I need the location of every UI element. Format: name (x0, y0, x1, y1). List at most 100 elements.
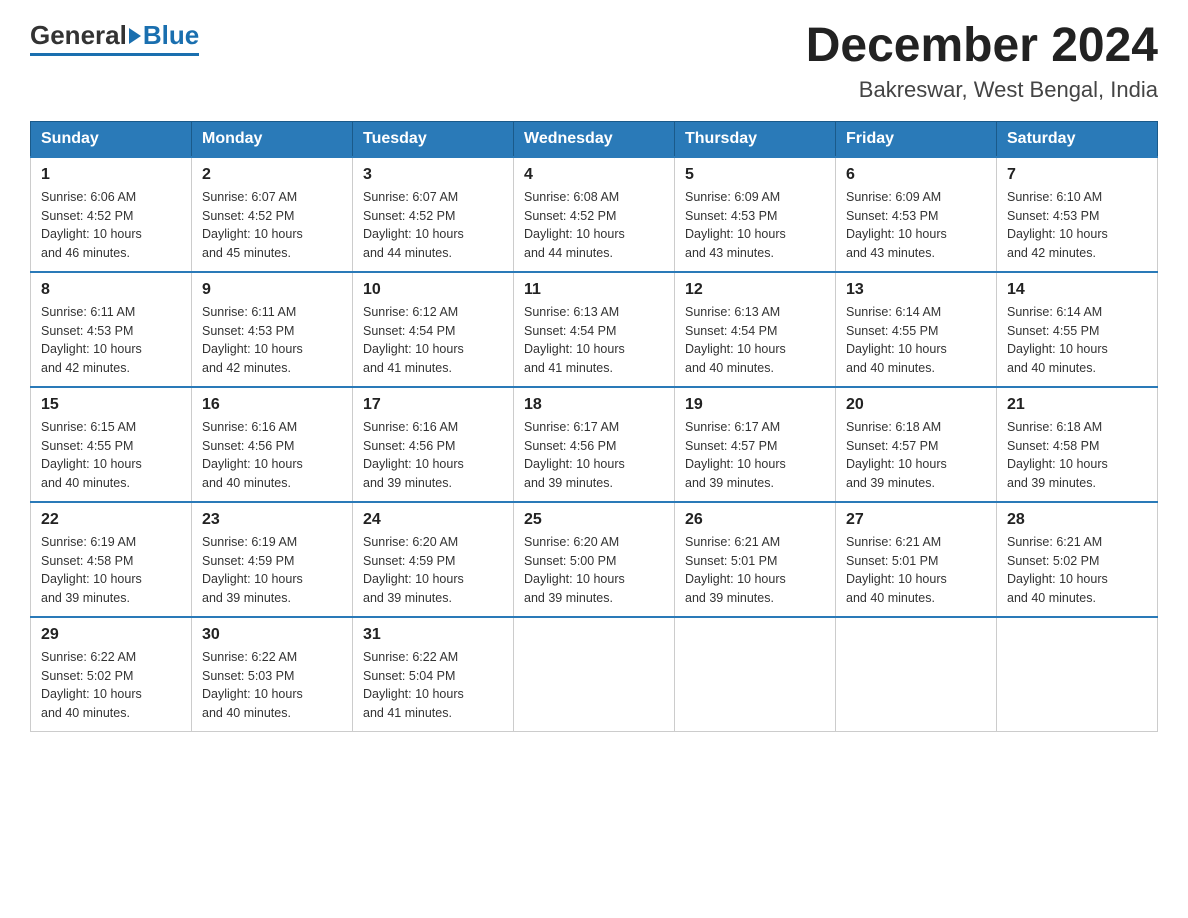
calendar-table: SundayMondayTuesdayWednesdayThursdayFrid… (30, 121, 1158, 732)
week-row-1: 1 Sunrise: 6:06 AMSunset: 4:52 PMDaylight… (31, 157, 1158, 272)
day-info: Sunrise: 6:06 AMSunset: 4:52 PMDaylight:… (41, 188, 181, 263)
day-info: Sunrise: 6:08 AMSunset: 4:52 PMDaylight:… (524, 188, 664, 263)
day-info: Sunrise: 6:09 AMSunset: 4:53 PMDaylight:… (685, 188, 825, 263)
day-number: 1 (41, 166, 181, 184)
day-info: Sunrise: 6:07 AMSunset: 4:52 PMDaylight:… (202, 188, 342, 263)
month-title: December 2024 (806, 20, 1158, 73)
day-number: 22 (41, 511, 181, 529)
calendar-cell: 14 Sunrise: 6:14 AMSunset: 4:55 PMDayligh… (997, 272, 1158, 387)
day-info: Sunrise: 6:19 AMSunset: 4:59 PMDaylight:… (202, 533, 342, 608)
day-number: 25 (524, 511, 664, 529)
calendar-cell (675, 617, 836, 732)
calendar-cell: 3 Sunrise: 6:07 AMSunset: 4:52 PMDaylight… (353, 157, 514, 272)
calendar-cell: 20Sunrise: 6:18 AMSunset: 4:57 PMDayligh… (836, 387, 997, 502)
weekday-header-monday: Monday (192, 121, 353, 157)
calendar-cell: 11 Sunrise: 6:13 AMSunset: 4:54 PMDayligh… (514, 272, 675, 387)
location-label: Bakreswar, West Bengal, India (806, 77, 1158, 103)
day-number: 13 (846, 281, 986, 299)
calendar-cell: 25 Sunrise: 6:20 AMSunset: 5:00 PMDayligh… (514, 502, 675, 617)
calendar-cell: 27 Sunrise: 6:21 AMSunset: 5:01 PMDayligh… (836, 502, 997, 617)
calendar-cell: 18 Sunrise: 6:17 AMSunset: 4:56 PMDayligh… (514, 387, 675, 502)
weekday-header-saturday: Saturday (997, 121, 1158, 157)
day-number: 29 (41, 626, 181, 644)
calendar-cell: 7Sunrise: 6:10 AMSunset: 4:53 PMDaylight… (997, 157, 1158, 272)
weekday-header-sunday: Sunday (31, 121, 192, 157)
weekday-header-tuesday: Tuesday (353, 121, 514, 157)
day-info: Sunrise: 6:11 AMSunset: 4:53 PMDaylight:… (202, 303, 342, 378)
day-number: 14 (1007, 281, 1147, 299)
calendar-cell (514, 617, 675, 732)
calendar-cell: 16 Sunrise: 6:16 AMSunset: 4:56 PMDayligh… (192, 387, 353, 502)
day-number: 20 (846, 396, 986, 414)
day-info: Sunrise: 6:13 AMSunset: 4:54 PMDaylight:… (524, 303, 664, 378)
day-number: 3 (363, 166, 503, 184)
day-info: Sunrise: 6:21 AMSunset: 5:02 PMDaylight:… (1007, 533, 1147, 608)
calendar-cell: 15Sunrise: 6:15 AMSunset: 4:55 PMDayligh… (31, 387, 192, 502)
day-number: 16 (202, 396, 342, 414)
day-number: 11 (524, 281, 664, 299)
calendar-cell (836, 617, 997, 732)
day-info: Sunrise: 6:10 AMSunset: 4:53 PMDaylight:… (1007, 188, 1147, 263)
day-number: 26 (685, 511, 825, 529)
day-number: 31 (363, 626, 503, 644)
logo-general: General (30, 20, 127, 51)
day-info: Sunrise: 6:15 AMSunset: 4:55 PMDaylight:… (41, 418, 181, 493)
week-row-5: 29 Sunrise: 6:22 AMSunset: 5:02 PMDayligh… (31, 617, 1158, 732)
day-info: Sunrise: 6:22 AMSunset: 5:02 PMDaylight:… (41, 648, 181, 723)
day-info: Sunrise: 6:17 AMSunset: 4:56 PMDaylight:… (524, 418, 664, 493)
day-number: 8 (41, 281, 181, 299)
calendar-cell: 1 Sunrise: 6:06 AMSunset: 4:52 PMDaylight… (31, 157, 192, 272)
calendar-cell: 28Sunrise: 6:21 AMSunset: 5:02 PMDayligh… (997, 502, 1158, 617)
day-info: Sunrise: 6:21 AMSunset: 5:01 PMDaylight:… (685, 533, 825, 608)
week-row-3: 15Sunrise: 6:15 AMSunset: 4:55 PMDayligh… (31, 387, 1158, 502)
day-number: 18 (524, 396, 664, 414)
day-info: Sunrise: 6:14 AMSunset: 4:55 PMDaylight:… (1007, 303, 1147, 378)
day-info: Sunrise: 6:20 AMSunset: 4:59 PMDaylight:… (363, 533, 503, 608)
day-number: 27 (846, 511, 986, 529)
day-number: 12 (685, 281, 825, 299)
title-section: December 2024 Bakreswar, West Bengal, In… (806, 20, 1158, 103)
day-number: 24 (363, 511, 503, 529)
calendar-cell: 19Sunrise: 6:17 AMSunset: 4:57 PMDayligh… (675, 387, 836, 502)
logo-underline (30, 53, 199, 56)
calendar-cell: 23 Sunrise: 6:19 AMSunset: 4:59 PMDayligh… (192, 502, 353, 617)
calendar-cell: 5Sunrise: 6:09 AMSunset: 4:53 PMDaylight… (675, 157, 836, 272)
calendar-cell: 13 Sunrise: 6:14 AMSunset: 4:55 PMDayligh… (836, 272, 997, 387)
day-info: Sunrise: 6:22 AMSunset: 5:03 PMDaylight:… (202, 648, 342, 723)
calendar-cell: 29 Sunrise: 6:22 AMSunset: 5:02 PMDayligh… (31, 617, 192, 732)
day-info: Sunrise: 6:22 AMSunset: 5:04 PMDaylight:… (363, 648, 503, 723)
weekday-header-friday: Friday (836, 121, 997, 157)
calendar-cell: 2 Sunrise: 6:07 AMSunset: 4:52 PMDaylight… (192, 157, 353, 272)
calendar-cell: 30Sunrise: 6:22 AMSunset: 5:03 PMDayligh… (192, 617, 353, 732)
day-number: 23 (202, 511, 342, 529)
day-info: Sunrise: 6:12 AMSunset: 4:54 PMDaylight:… (363, 303, 503, 378)
logo-arrow-icon (129, 28, 141, 44)
calendar-cell: 24 Sunrise: 6:20 AMSunset: 4:59 PMDayligh… (353, 502, 514, 617)
calendar-cell: 26 Sunrise: 6:21 AMSunset: 5:01 PMDayligh… (675, 502, 836, 617)
calendar-cell: 17Sunrise: 6:16 AMSunset: 4:56 PMDayligh… (353, 387, 514, 502)
day-info: Sunrise: 6:18 AMSunset: 4:58 PMDaylight:… (1007, 418, 1147, 493)
day-info: Sunrise: 6:13 AMSunset: 4:54 PMDaylight:… (685, 303, 825, 378)
day-number: 9 (202, 281, 342, 299)
week-row-4: 22 Sunrise: 6:19 AMSunset: 4:58 PMDayligh… (31, 502, 1158, 617)
calendar-cell: 12 Sunrise: 6:13 AMSunset: 4:54 PMDayligh… (675, 272, 836, 387)
day-info: Sunrise: 6:16 AMSunset: 4:56 PMDaylight:… (202, 418, 342, 493)
weekday-header-thursday: Thursday (675, 121, 836, 157)
calendar-cell: 31 Sunrise: 6:22 AMSunset: 5:04 PMDayligh… (353, 617, 514, 732)
logo: General Blue (30, 20, 199, 56)
week-row-2: 8 Sunrise: 6:11 AMSunset: 4:53 PMDaylight… (31, 272, 1158, 387)
day-info: Sunrise: 6:14 AMSunset: 4:55 PMDaylight:… (846, 303, 986, 378)
day-info: Sunrise: 6:20 AMSunset: 5:00 PMDaylight:… (524, 533, 664, 608)
day-number: 19 (685, 396, 825, 414)
day-info: Sunrise: 6:21 AMSunset: 5:01 PMDaylight:… (846, 533, 986, 608)
page-header: General Blue December 2024 Bakreswar, We… (30, 20, 1158, 103)
calendar-cell: 10Sunrise: 6:12 AMSunset: 4:54 PMDayligh… (353, 272, 514, 387)
calendar-cell (997, 617, 1158, 732)
day-info: Sunrise: 6:07 AMSunset: 4:52 PMDaylight:… (363, 188, 503, 263)
logo-blue: Blue (143, 20, 199, 51)
day-number: 2 (202, 166, 342, 184)
calendar-cell: 4 Sunrise: 6:08 AMSunset: 4:52 PMDaylight… (514, 157, 675, 272)
calendar-cell: 8Sunrise: 6:11 AMSunset: 4:53 PMDaylight… (31, 272, 192, 387)
day-info: Sunrise: 6:19 AMSunset: 4:58 PMDaylight:… (41, 533, 181, 608)
day-number: 4 (524, 166, 664, 184)
